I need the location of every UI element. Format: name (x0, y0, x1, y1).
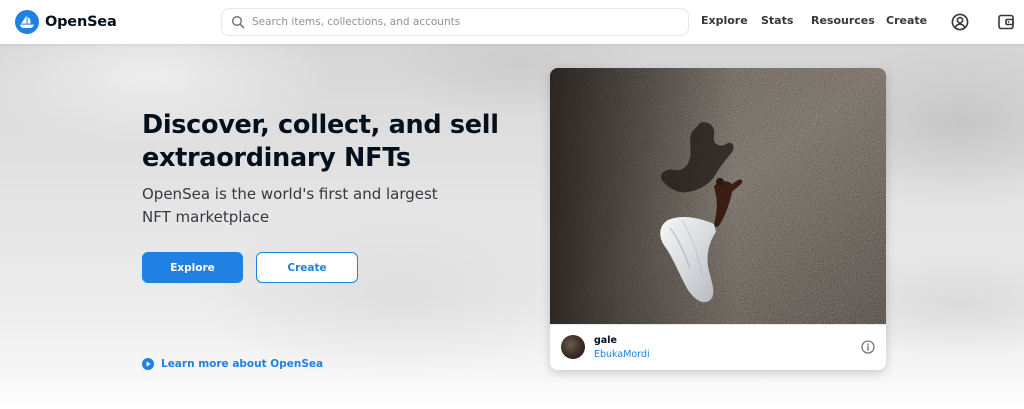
info-icon[interactable] (861, 340, 875, 354)
wallet-icon[interactable] (996, 12, 1016, 32)
nav-create[interactable]: Create (886, 14, 927, 27)
creator-link[interactable]: EbukaMordi (594, 349, 650, 360)
learn-more-label: Learn more about OpenSea (161, 358, 324, 370)
search-input[interactable] (252, 10, 672, 34)
nav-resources[interactable]: Resources (811, 14, 875, 27)
featured-nft-image[interactable] (550, 68, 886, 324)
featured-nft-card[interactable]: gale EbukaMordi (550, 68, 886, 370)
search-icon (231, 15, 245, 29)
featured-nft-footer: gale EbukaMordi (550, 324, 886, 370)
hero-headline: Discover, collect, and sell extraordinar… (142, 110, 499, 173)
create-button[interactable]: Create (256, 252, 358, 283)
opensea-boat-icon (15, 10, 39, 34)
brand-name: OpenSea (45, 14, 117, 30)
play-circle-icon (142, 358, 154, 370)
explore-button[interactable]: Explore (142, 252, 243, 283)
learn-more-link[interactable]: Learn more about OpenSea (142, 358, 323, 370)
hero-subheadline: OpenSea is the world's first and largest… (142, 185, 438, 226)
nft-name[interactable]: gale (594, 335, 617, 346)
nav-stats[interactable]: Stats (761, 14, 793, 27)
nav-explore[interactable]: Explore (701, 14, 748, 27)
creator-avatar[interactable] (561, 335, 585, 359)
account-icon[interactable] (950, 12, 970, 32)
search-bar[interactable] (221, 8, 689, 36)
top-navbar: OpenSea Explore Stats Resources Create (0, 0, 1024, 44)
opensea-logo[interactable]: OpenSea (15, 10, 117, 34)
hero-section: Discover, collect, and sell extraordinar… (0, 44, 1024, 409)
